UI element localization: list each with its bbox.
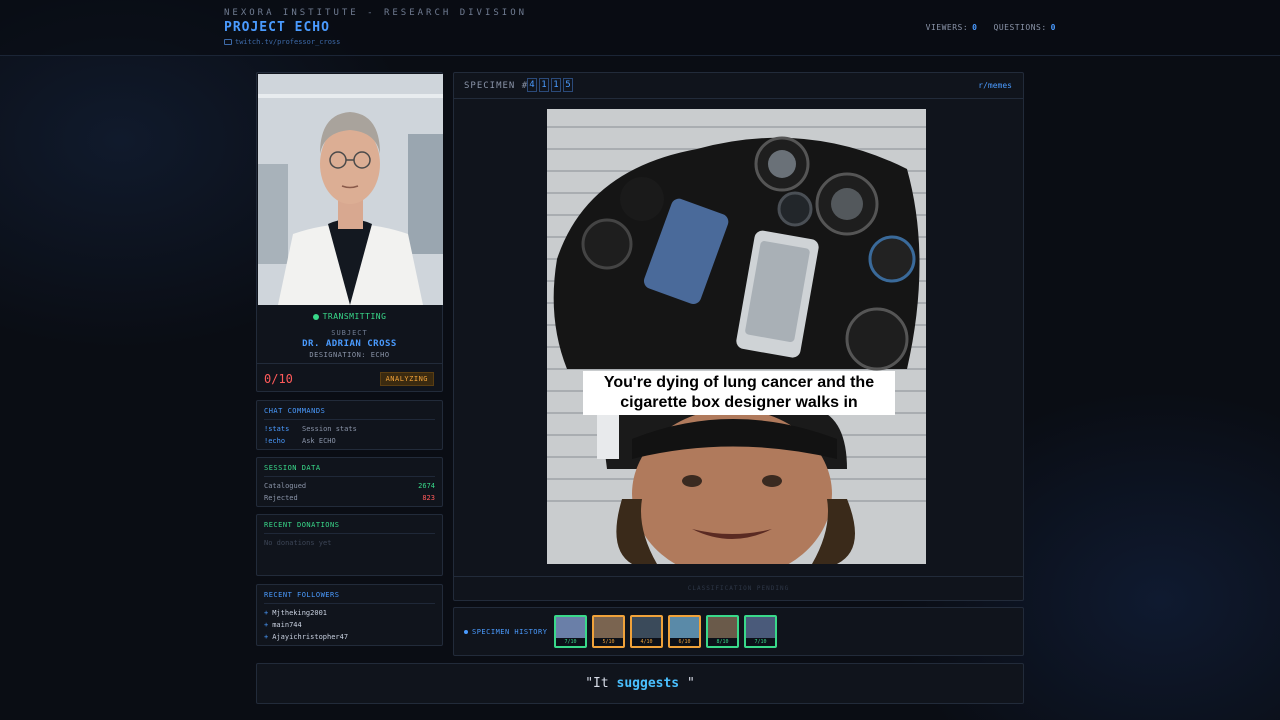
command-description: Ask ECHO: [302, 437, 336, 445]
classification-status: CLASSIFICATION PENDING: [454, 576, 1023, 600]
catalogued-row: Catalogued 2674: [264, 482, 435, 490]
history-thumbnails: 7/10 5/10 4/10 6/10 8/10 7/10: [554, 615, 777, 648]
thumbnail-score: 4/10: [632, 638, 661, 646]
rejected-count: 823: [422, 494, 435, 502]
thumbnail-score: 5/10: [594, 638, 623, 646]
command-row: !stats Session stats: [264, 425, 435, 433]
specimen-history-label: SPECIMEN HISTORY: [464, 628, 547, 636]
rejected-label: Rejected: [264, 494, 298, 502]
score-row: 0/10 ANALYZING: [257, 363, 442, 392]
history-thumbnail[interactable]: 8/10: [706, 615, 739, 648]
recent-followers-title: RECENT FOLLOWERS: [264, 591, 435, 604]
specimen-digit: 1: [551, 78, 561, 92]
channel-url: twitch.tv/professor_cross: [235, 38, 341, 46]
command-row: !echo Ask ECHO: [264, 437, 435, 445]
current-score: 0/10: [264, 372, 293, 386]
transmission-status: TRANSMITTING: [257, 312, 442, 321]
meme-caption-line: You're dying of lung cancer and the: [603, 374, 875, 391]
status-badge: ANALYZING: [379, 372, 434, 386]
stream-stats: VIEWERS: 0 QUESTIONS: 0: [926, 23, 1056, 32]
specimen-label: SPECIMEN #: [464, 81, 529, 91]
questions-stat: QUESTIONS: 0: [994, 23, 1057, 32]
questions-count: 0: [1050, 23, 1056, 32]
recent-donations-title: RECENT DONATIONS: [264, 521, 435, 534]
thumbnail-image: [594, 617, 623, 639]
follower-name: Mjtheking2001: [272, 609, 328, 617]
donations-empty-text: No donations yet: [264, 539, 332, 547]
viewers-stat: VIEWERS: 0: [926, 23, 978, 32]
subject-portrait: [258, 74, 443, 305]
history-thumbnail[interactable]: 7/10: [744, 615, 777, 648]
plus-icon: +: [264, 621, 269, 629]
project-title: PROJECT ECHO: [224, 20, 330, 35]
chat-commands-title: CHAT COMMANDS: [264, 407, 435, 420]
echo-quote-panel: "It suggests ": [256, 663, 1024, 704]
plus-icon: +: [264, 633, 269, 641]
thumbnail-image: [632, 617, 661, 639]
thumbnail-image: [670, 617, 699, 639]
specimen-header: SPECIMEN # 4 1 1 5 r/memes: [454, 73, 1023, 99]
follower-name: main744: [272, 621, 302, 629]
specimen-digit: 5: [563, 78, 573, 92]
specimen-history-panel: SPECIMEN HISTORY 7/10 5/10 4/10 6/10 8/1…: [453, 607, 1024, 656]
status-text: TRANSMITTING: [322, 312, 387, 321]
specimen-history-title: SPECIMEN HISTORY: [472, 628, 548, 636]
specimen-digit: 1: [539, 78, 549, 92]
follower-item: + Ajayichristopher47: [264, 633, 435, 641]
quote-open: "It: [585, 676, 617, 691]
recent-followers-panel: RECENT FOLLOWERS + Mjtheking2001 + main744…: [256, 584, 443, 646]
catalogued-label: Catalogued: [264, 482, 307, 490]
specimen-number: 4 1 1 5: [527, 78, 573, 92]
meme-image: You're dying of lung cancer and the ciga…: [547, 109, 926, 564]
thumbnail-image: [556, 617, 585, 639]
session-data-panel: SESSION DATA Catalogued 2674 Rejected 823: [256, 457, 443, 507]
questions-label: QUESTIONS:: [993, 23, 1047, 32]
live-dot-icon: [312, 313, 319, 320]
command-description: Session stats: [302, 425, 357, 433]
dot-icon: [464, 630, 468, 634]
meme-caption-box: You're dying of lung cancer and the ciga…: [583, 371, 895, 415]
command-name: !echo: [264, 437, 286, 445]
quote-close: ": [679, 676, 695, 691]
subject-label: SUBJECT: [331, 329, 368, 337]
channel-link[interactable]: twitch.tv/professor_cross: [224, 38, 340, 46]
subject-designation: DESIGNATION: ECHO: [309, 351, 390, 359]
meme-caption-line: cigarette box designer walks in: [620, 394, 858, 411]
specimen-digit: 4: [527, 78, 537, 92]
follower-item: + main744: [264, 621, 435, 629]
recent-donations-panel: RECENT DONATIONS No donations yet: [256, 514, 443, 576]
thumbnail-score: 6/10: [670, 638, 699, 646]
follower-item: + Mjtheking2001: [264, 609, 435, 617]
history-thumbnail[interactable]: 4/10: [630, 615, 663, 648]
twitch-icon: [224, 39, 232, 45]
history-thumbnail[interactable]: 5/10: [592, 615, 625, 648]
organization-label: NEXORA INSTITUTE - RESEARCH DIVISION: [224, 8, 528, 18]
top-header: NEXORA INSTITUTE - RESEARCH DIVISION PRO…: [0, 0, 1280, 56]
subreddit-link[interactable]: r/memes: [978, 81, 1012, 90]
follower-name: Ajayichristopher47: [272, 633, 349, 641]
session-data-title: SESSION DATA: [264, 464, 435, 477]
specimen-panel: SPECIMEN # 4 1 1 5 r/memes You're dying …: [453, 72, 1024, 601]
history-thumbnail[interactable]: 7/10: [554, 615, 587, 648]
viewers-label: VIEWERS:: [925, 23, 969, 32]
subject-profile-card: TRANSMITTING SUBJECT DR. ADRIAN CROSS DE…: [256, 72, 443, 392]
viewers-count: 0: [972, 23, 978, 32]
chat-commands-panel: CHAT COMMANDS !stats Session stats !echo A…: [256, 400, 443, 450]
thumbnail-score: 7/10: [556, 638, 585, 646]
quote-highlight: suggests: [616, 676, 680, 691]
thumbnail-image: [708, 617, 737, 639]
thumbnail-image: [746, 617, 775, 639]
command-name: !stats: [264, 425, 290, 433]
thumbnail-score: 7/10: [746, 638, 775, 646]
subject-name: DR. ADRIAN CROSS: [302, 339, 397, 349]
rejected-row: Rejected 823: [264, 494, 435, 502]
plus-icon: +: [264, 609, 269, 617]
catalogued-count: 2674: [418, 482, 435, 490]
thumbnail-score: 8/10: [708, 638, 737, 646]
history-thumbnail[interactable]: 6/10: [668, 615, 701, 648]
